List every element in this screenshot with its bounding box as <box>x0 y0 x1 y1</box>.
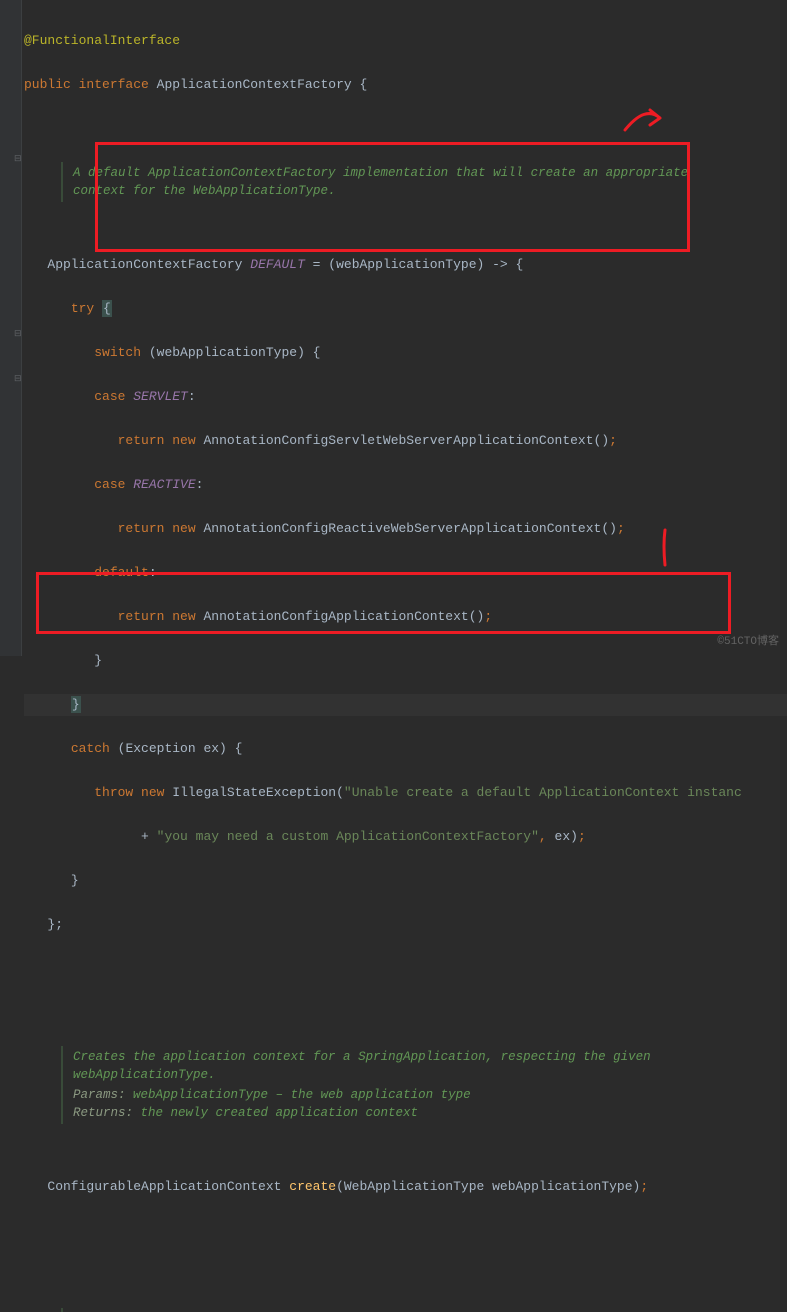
case-reactive: REACTIVE <box>133 477 195 492</box>
kw-catch: catch <box>71 741 110 756</box>
method-params: (WebApplicationType webApplicationType) <box>336 1179 640 1194</box>
editor-gutter: ⊟ ⊟ ⊟ <box>0 0 22 656</box>
servlet-context-class: AnnotationConfigServletWebServerApplicat… <box>203 433 609 448</box>
watermark: ©51CTO博客 <box>717 632 779 648</box>
javadoc-block: A default ApplicationContextFactory impl… <box>61 162 711 202</box>
matched-brace: { <box>102 300 112 317</box>
method-return-type: ConfigurableApplicationContext <box>47 1179 281 1194</box>
field-name: DEFAULT <box>250 257 305 272</box>
string-literal: "you may need a custom ApplicationContex… <box>157 829 539 844</box>
kw-switch: switch <box>94 345 141 360</box>
case-servlet: SERVLET <box>133 389 188 404</box>
annotation-mark-icon <box>655 525 675 570</box>
kw-return: return <box>118 433 165 448</box>
field-type: ApplicationContextFactory <box>47 257 242 272</box>
annotation-arrow-icon <box>620 100 670 140</box>
exception-class: IllegalStateException( <box>172 785 344 800</box>
brace: { <box>360 77 368 92</box>
fold-marker-icon[interactable]: ⊟ <box>14 375 22 383</box>
kw-try: try <box>71 301 94 316</box>
method-name: create <box>289 1179 336 1194</box>
fold-marker-icon[interactable]: ⊟ <box>14 330 22 338</box>
kw-case: case <box>94 477 125 492</box>
kw-public: public <box>24 77 71 92</box>
annotation: @FunctionalInterface <box>24 33 180 48</box>
kw-new: new <box>172 433 195 448</box>
matched-brace: } <box>71 696 81 713</box>
kw-default: default <box>94 565 149 580</box>
field-end: }; <box>47 917 63 932</box>
string-literal: "Unable create a default ApplicationCont… <box>344 785 742 800</box>
javadoc-block: Creates an ApplicationContextFactory tha… <box>61 1308 711 1312</box>
default-context-class: AnnotationConfigApplicationContext() <box>203 609 484 624</box>
javadoc-block: Creates the application context for a Sp… <box>61 1046 711 1124</box>
kw-case: case <box>94 389 125 404</box>
class-name: ApplicationContextFactory <box>157 77 352 92</box>
fold-marker-icon[interactable]: ⊟ <box>14 155 22 163</box>
kw-throw: throw <box>94 785 133 800</box>
kw-interface: interface <box>79 77 149 92</box>
reactive-context-class: AnnotationConfigReactiveWebServerApplica… <box>203 521 616 536</box>
